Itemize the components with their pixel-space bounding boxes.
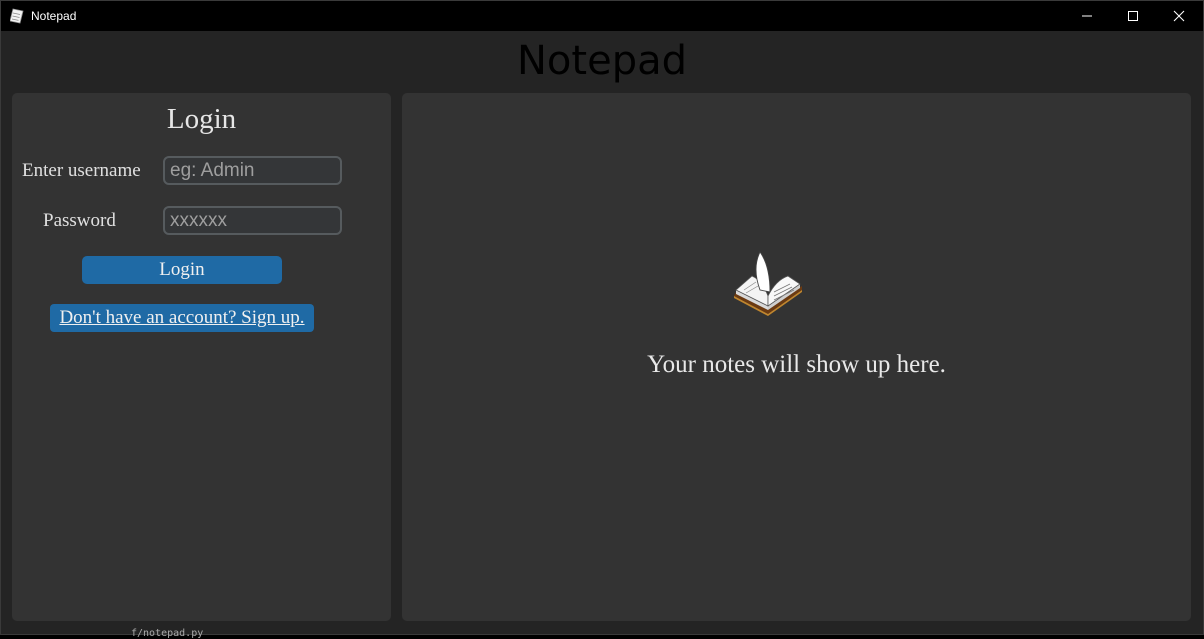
signup-link[interactable]: Don't have an account? Sign up. bbox=[50, 304, 314, 332]
maximize-button[interactable] bbox=[1110, 1, 1156, 31]
window-title: Notepad bbox=[31, 9, 77, 23]
notepad-icon bbox=[9, 8, 24, 24]
login-heading: Login bbox=[166, 103, 237, 135]
title-bar[interactable]: Notepad bbox=[1, 1, 1203, 31]
username-input[interactable] bbox=[163, 156, 342, 185]
empty-notes-message: Your notes will show up here. bbox=[647, 351, 946, 378]
password-input[interactable] bbox=[163, 206, 342, 235]
minimize-icon bbox=[1081, 7, 1093, 26]
app-window: Notepad Notepad Login Enter username Pas… bbox=[0, 0, 1204, 639]
close-icon bbox=[1173, 7, 1185, 26]
close-button[interactable] bbox=[1156, 1, 1202, 31]
username-label: Enter username bbox=[22, 160, 141, 181]
password-label: Password bbox=[43, 210, 116, 231]
notes-panel: Your notes will show up here. bbox=[402, 93, 1191, 621]
login-panel: Login Enter username Password Login Don'… bbox=[12, 93, 391, 621]
maximize-icon bbox=[1127, 7, 1139, 26]
background-window-text: f/notepad.py bbox=[131, 628, 204, 639]
minimize-button[interactable] bbox=[1064, 1, 1110, 31]
app-title: Notepad bbox=[517, 38, 687, 84]
open-book-icon bbox=[730, 246, 806, 318]
login-button[interactable]: Login bbox=[82, 256, 282, 284]
